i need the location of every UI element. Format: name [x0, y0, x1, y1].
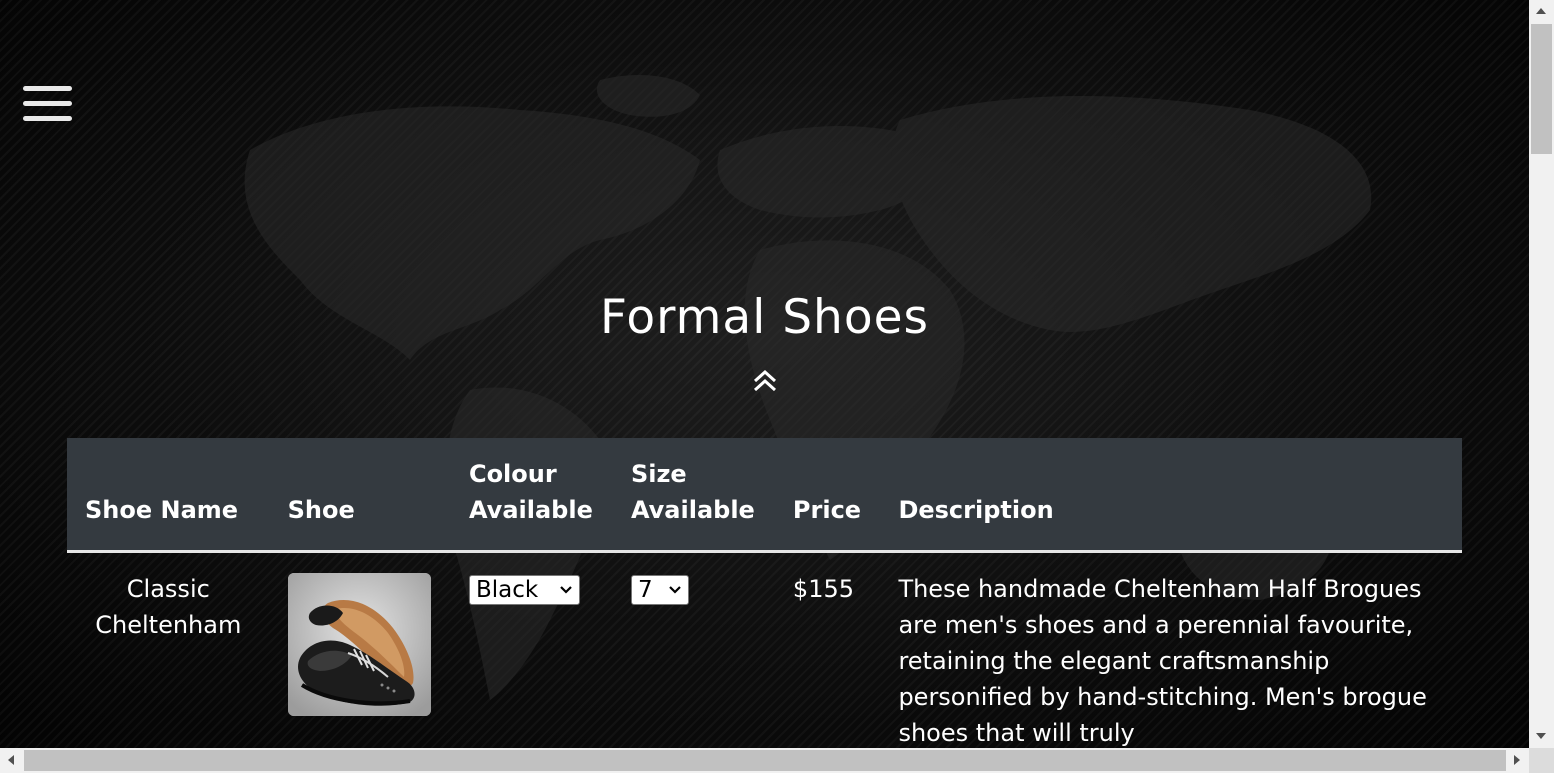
header-shoe: Shoe: [269, 438, 451, 553]
scroll-right-arrow-icon[interactable]: [1514, 755, 1520, 765]
page-viewport: Formal Shoes Shoe Name Shoe Colour Avail…: [0, 0, 1529, 748]
shoe-image-cell: [270, 552, 451, 749]
horizontal-scrollbar[interactable]: [0, 748, 1529, 773]
scroll-down-arrow-icon[interactable]: [1536, 733, 1546, 739]
scrollbar-corner: [1529, 748, 1554, 773]
scroll-up-arrow-icon[interactable]: [1536, 8, 1546, 14]
table-header-row: Shoe Name Shoe Colour Available Size Ava…: [67, 438, 1462, 553]
table-row: Classic Cheltenham Black 7 $155 These ha…: [67, 552, 1462, 749]
header-shoe-name: Shoe Name: [67, 438, 270, 553]
size-select[interactable]: 7: [630, 575, 689, 605]
description-cell: These handmade Cheltenham Half Brogues a…: [898, 575, 1427, 747]
vertical-scroll-thumb[interactable]: [1531, 24, 1552, 154]
double-chevron-up-icon[interactable]: [752, 368, 778, 394]
price-cell: $155: [792, 575, 854, 603]
header-description: Description: [880, 438, 1462, 553]
colour-cell: Black: [451, 552, 613, 749]
header-colour-available: Colour Available: [450, 438, 613, 553]
shoe-name-cell: Classic Cheltenham: [95, 575, 242, 639]
colour-select-value: Black: [475, 577, 539, 603]
size-cell: 7: [613, 552, 775, 749]
vertical-scrollbar[interactable]: [1529, 0, 1554, 748]
colour-select[interactable]: Black: [468, 575, 580, 605]
horizontal-scroll-thumb[interactable]: [24, 750, 1506, 771]
brogue-shoe-illustration: [287, 573, 431, 716]
header-price: Price: [774, 438, 881, 553]
header-size-available: Size Available: [612, 438, 775, 553]
chevron-down-icon: [560, 586, 572, 594]
size-select-value: 7: [637, 577, 653, 603]
hamburger-menu-icon[interactable]: [23, 86, 72, 121]
shoes-table-container: Shoe Name Shoe Colour Available Size Ava…: [67, 438, 1462, 748]
chevron-down-icon: [669, 586, 681, 594]
shoe-image[interactable]: [287, 573, 431, 716]
page-title: Formal Shoes: [600, 290, 929, 345]
scroll-left-arrow-icon[interactable]: [8, 755, 14, 765]
shoes-table: Shoe Name Shoe Colour Available Size Ava…: [67, 438, 1462, 748]
